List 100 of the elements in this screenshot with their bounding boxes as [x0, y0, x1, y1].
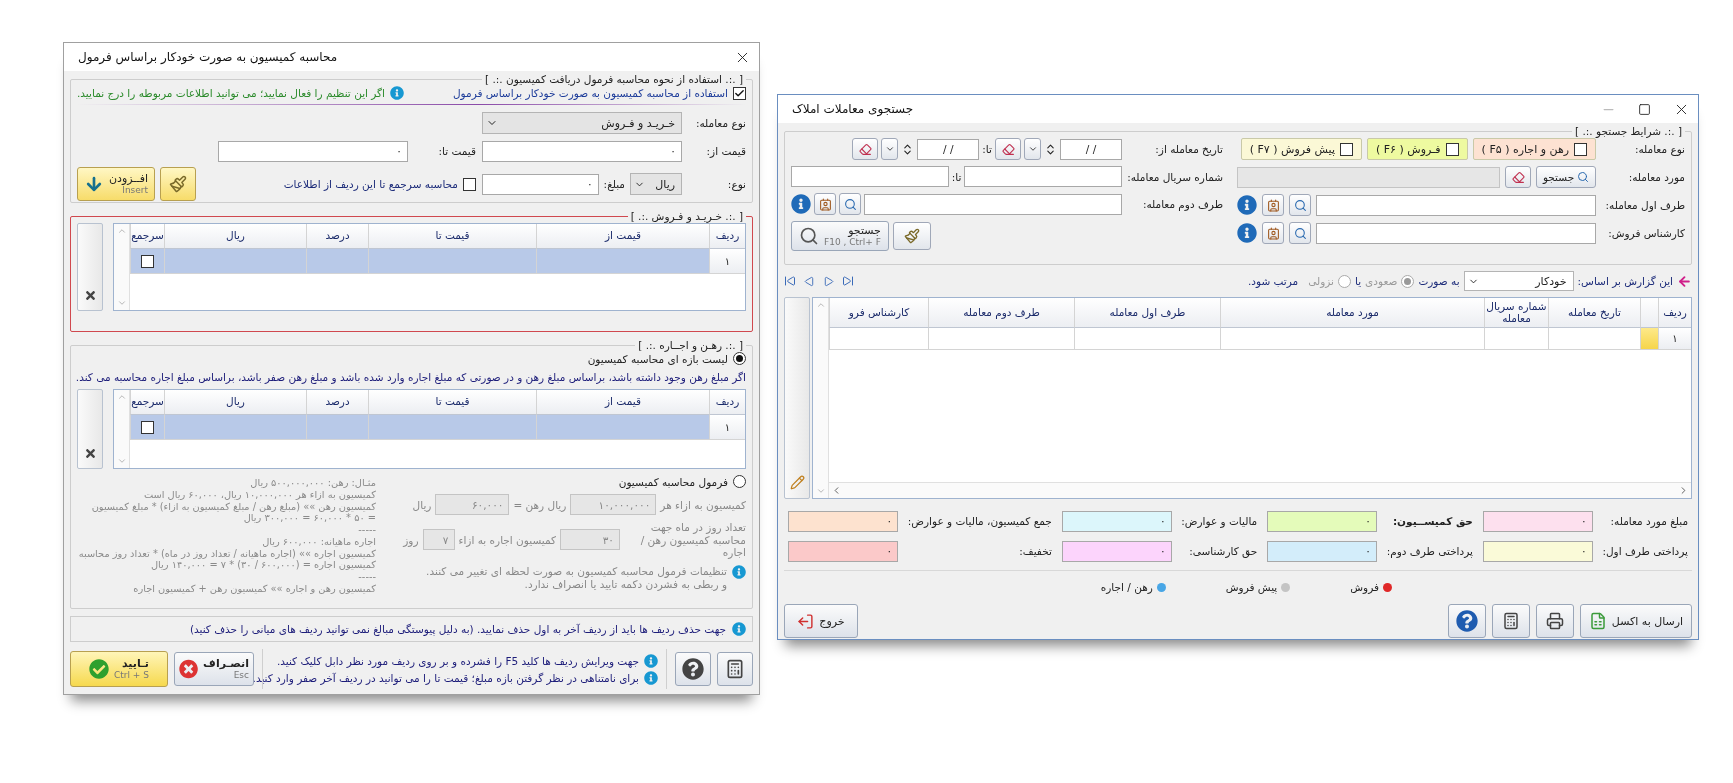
column-header[interactable]: ردیف — [1658, 298, 1691, 328]
table-row[interactable]: ۱ — [130, 249, 745, 274]
total-field[interactable]: ۰ — [1061, 510, 1172, 532]
column-header[interactable]: قیمت از — [536, 224, 709, 249]
clear-form-button[interactable] — [160, 167, 196, 201]
checkbox[interactable] — [463, 177, 476, 191]
serial-field[interactable] — [964, 166, 1122, 187]
search-button[interactable] — [839, 193, 861, 215]
column-header[interactable]: طرف اول معامله — [1074, 298, 1220, 328]
scrollbar[interactable] — [114, 390, 130, 468]
print-button[interactable] — [1536, 604, 1574, 638]
eraser-button[interactable] — [1505, 166, 1531, 188]
column-header[interactable]: ردیف — [709, 390, 745, 415]
eraser-button[interactable] — [852, 138, 879, 160]
field-label: تا: — [982, 143, 992, 155]
contact-button[interactable] — [1262, 194, 1284, 216]
party-field[interactable] — [864, 193, 1122, 215]
scrollbar[interactable] — [813, 298, 829, 498]
amount-field[interactable]: ۰ — [482, 173, 599, 195]
checkbox[interactable] — [1574, 142, 1587, 156]
column-header[interactable]: ریال — [164, 224, 306, 249]
search-button[interactable] — [1289, 194, 1311, 216]
radio-button[interactable] — [733, 475, 746, 488]
column-header[interactable]: قیمت تا — [368, 224, 536, 249]
total-field[interactable]: ۰ — [1061, 540, 1172, 562]
expert-field[interactable] — [1316, 222, 1596, 244]
total-field[interactable]: ۰ — [788, 540, 899, 562]
radio-label[interactable]: لیست بازه ای محاسبه کمیسیون — [587, 352, 728, 365]
info-icon[interactable] — [791, 194, 811, 214]
column-header[interactable]: تاریخ معامله — [1548, 298, 1640, 328]
total-field[interactable]: ۰ — [1267, 510, 1377, 532]
help-button[interactable] — [675, 652, 711, 686]
deal-type-select[interactable]: خـریـد و فـروش — [482, 112, 682, 134]
item-field[interactable] — [1237, 166, 1500, 188]
help-button[interactable] — [1448, 604, 1486, 638]
checkbox-label[interactable]: محاسبه سرجمع تا این ردیف از اطلاعات — [283, 178, 458, 190]
deal-type-option[interactable]: رهن و اجاره ( F۵ ) — [1472, 138, 1596, 160]
column-header[interactable]: قیمت تا — [368, 390, 536, 415]
checkbox[interactable] — [141, 420, 154, 434]
unit-select[interactable]: ریال — [630, 173, 682, 195]
exit-button[interactable]: خروج — [784, 604, 858, 638]
date-field[interactable]: / / — [1060, 138, 1122, 160]
total-field[interactable]: ۰ — [788, 510, 899, 532]
calculator-button[interactable] — [717, 652, 753, 686]
column-header[interactable]: سرجمع — [130, 224, 164, 249]
scrollbar[interactable] — [114, 224, 130, 310]
eraser-button[interactable] — [995, 138, 1021, 160]
column-header[interactable]: طرف دوم معامله — [928, 298, 1074, 328]
search-button[interactable] — [1289, 222, 1311, 244]
previous-page-icon[interactable] — [804, 275, 815, 287]
price-from-field[interactable]: ۰ — [482, 140, 682, 162]
column-header[interactable]: شماره سریال معامله — [1484, 298, 1548, 328]
checkbox-label[interactable]: استفاده از محاسبه کمیسیون به صورت خودکار براساس فرمول — [453, 87, 728, 99]
total-field[interactable]: ۰ — [1482, 540, 1593, 562]
table-cell — [1484, 328, 1548, 350]
radio-button[interactable] — [1401, 274, 1415, 288]
checkbox[interactable] — [1445, 142, 1459, 156]
column-header[interactable]: ردیف — [709, 224, 745, 249]
column-header[interactable]: ریال — [164, 390, 306, 415]
party-field[interactable] — [1316, 194, 1596, 216]
contact-button[interactable] — [1262, 222, 1284, 244]
next-page-icon[interactable] — [823, 275, 834, 287]
calculator-button[interactable] — [1492, 604, 1530, 638]
info-icon — [644, 670, 658, 685]
info-icon[interactable] — [1237, 195, 1257, 215]
column-header[interactable]: قیمت از — [536, 390, 709, 415]
serial-field[interactable] — [791, 166, 949, 187]
clear-form-button[interactable] — [893, 222, 931, 250]
table-row[interactable]: ۱ — [130, 415, 745, 440]
excel-export-button[interactable]: ارسال به اکسل — [1580, 604, 1692, 638]
delete-row-button[interactable] — [77, 389, 103, 469]
sort-select[interactable]: خودکار — [1463, 271, 1574, 291]
column-header[interactable]: سرجمع — [130, 390, 164, 415]
radio-label[interactable]: فرمول محاسبه کمیسیون — [618, 475, 728, 488]
deal-type-option[interactable]: پیش فروش ( F۷ ) — [1240, 138, 1362, 160]
radio-button[interactable] — [1337, 274, 1351, 288]
item-search-button[interactable]: جستجو — [1536, 166, 1596, 188]
checkbox[interactable] — [733, 86, 746, 100]
column-header[interactable]: مورد معامله — [1220, 298, 1484, 328]
note-text: جهت ویرایش ردیف ها کلید F5 را فشرده و بر روی ردیف مورد نظر دابل کلیک کنید. — [276, 654, 639, 667]
column-header[interactable]: درصد — [306, 390, 368, 415]
field-label: قیمت از: — [705, 145, 746, 157]
total-field[interactable]: ۰ — [1482, 510, 1593, 532]
spreadsheet-icon — [1588, 612, 1607, 630]
first-page-icon[interactable] — [784, 275, 796, 287]
scrollbar[interactable] — [829, 482, 1691, 498]
column-header[interactable]: کارشناس فرو — [829, 298, 928, 328]
info-icon[interactable] — [1237, 223, 1257, 243]
checkbox[interactable] — [1339, 142, 1353, 156]
last-page-icon[interactable] — [842, 275, 854, 287]
date-field[interactable]: / / — [917, 138, 980, 160]
radio-button[interactable] — [733, 352, 746, 365]
column-header[interactable]: درصد — [306, 224, 368, 249]
maximize-icon[interactable] — [1638, 102, 1651, 116]
deal-type-option[interactable]: فـروش ( F۶ ) — [1366, 138, 1468, 160]
price-to-field[interactable]: ۰ — [218, 140, 408, 162]
checkbox[interactable] — [141, 254, 154, 268]
total-field[interactable]: ۰ — [1267, 540, 1377, 562]
spinner-icon[interactable] — [1044, 142, 1057, 156]
contact-button[interactable] — [814, 193, 836, 215]
